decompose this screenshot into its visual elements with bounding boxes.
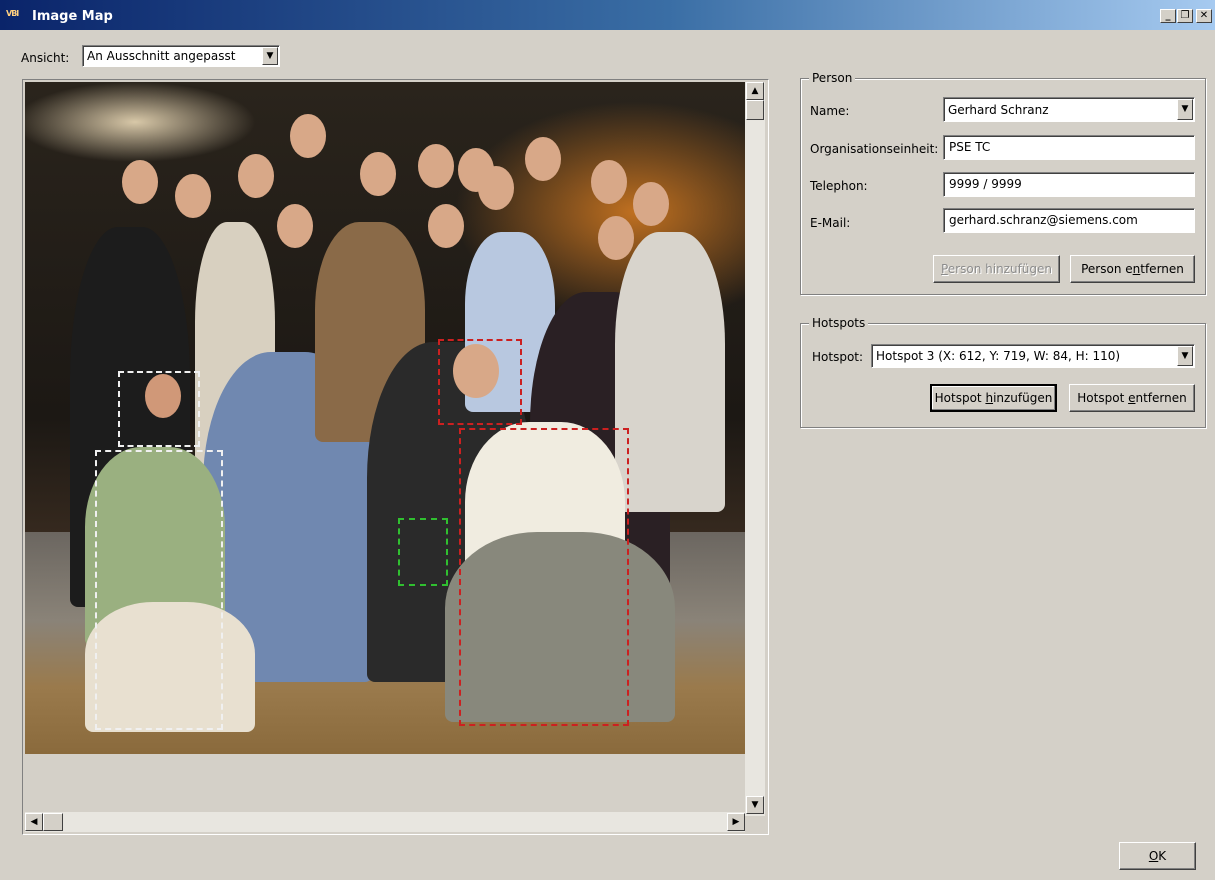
title-bar: VBI Image Map _ ❐ ✕ (0, 0, 1215, 30)
photo-head (478, 166, 514, 210)
photo-head (290, 114, 326, 158)
add-hotspot-mnemonic: h (985, 391, 994, 405)
email-field-value: gerhard.schranz@siemens.com (949, 213, 1138, 227)
photo-head (525, 137, 561, 181)
name-select[interactable]: Gerhard Schranz ▼ (943, 97, 1195, 122)
hotspot-label: Hotspot: (812, 350, 864, 364)
photo-head (428, 204, 464, 248)
window-title: Image Map (32, 9, 113, 24)
hotspot-select[interactable]: Hotspot 3 (X: 612, Y: 719, W: 84, H: 110… (871, 344, 1195, 368)
name-label: Name: (810, 104, 850, 118)
email-field[interactable]: gerhard.schranz@siemens.com (943, 208, 1195, 233)
phone-field-value: 9999 / 9999 (949, 177, 1022, 191)
view-label: Ansicht: (21, 51, 70, 65)
photo-head (418, 144, 454, 188)
org-label: Organisationseinheit: (810, 142, 939, 156)
hotspot-body-man[interactable] (459, 428, 629, 726)
add-hotspot-label-b: inzufügen (993, 391, 1053, 405)
hotspot-face-man[interactable] (438, 339, 522, 425)
horizontal-scroll-thumb[interactable] (43, 813, 63, 831)
photo-head (591, 160, 627, 204)
hotspot-select-value: Hotspot 3 (X: 612, Y: 719, W: 84, H: 110… (876, 349, 1121, 363)
view-select[interactable]: An Ausschnitt angepasst ▼ (82, 45, 280, 67)
remove-hotspot-label-b: ntfernen (1135, 391, 1187, 405)
dropdown-arrow-icon[interactable]: ▼ (1177, 346, 1193, 366)
add-person-label: erson hinzufügen (947, 262, 1053, 276)
photo-head (633, 182, 669, 226)
org-field[interactable]: PSE TC (943, 135, 1195, 160)
ok-button[interactable]: OK (1119, 842, 1196, 870)
email-label: E-Mail: (810, 216, 851, 230)
dropdown-arrow-icon[interactable]: ▼ (1177, 99, 1193, 120)
add-person-button[interactable]: Person hinzufügen (933, 255, 1060, 283)
minimize-button[interactable]: _ (1160, 9, 1176, 23)
scroll-right-icon[interactable]: ▶ (727, 813, 745, 831)
image-viewer: ▲ ▼ ◀ ▶ (22, 79, 769, 835)
scroll-left-icon[interactable]: ◀ (25, 813, 43, 831)
hotspot-body-woman[interactable] (95, 450, 223, 730)
photo-person (615, 232, 725, 512)
photo-head (122, 160, 158, 204)
app-icon: VBI (6, 9, 19, 18)
ok-mnemonic: O (1148, 849, 1159, 863)
person-group-title: Person (809, 71, 856, 85)
phone-field[interactable]: 9999 / 9999 (943, 172, 1195, 197)
horizontal-scrollbar[interactable]: ◀ ▶ (25, 812, 745, 832)
photo-head (238, 154, 274, 198)
hotspots-group: Hotspots (800, 316, 1206, 428)
org-field-value: PSE TC (949, 140, 991, 154)
add-hotspot-label-a: Hotspot (934, 391, 986, 405)
close-button[interactable]: ✕ (1196, 9, 1212, 23)
hotspot-face-woman[interactable] (118, 371, 200, 447)
hotspots-group-title: Hotspots (809, 316, 869, 330)
photo-head (598, 216, 634, 260)
remove-person-button[interactable]: Person entfernen (1070, 255, 1195, 283)
remove-hotspot-label-a: Hotspot (1077, 391, 1129, 405)
add-hotspot-button[interactable]: Hotspot hinzufügen (930, 384, 1057, 412)
vertical-scrollbar[interactable]: ▲ ▼ (745, 82, 765, 816)
scroll-down-icon[interactable]: ▼ (746, 796, 764, 814)
scroll-up-icon[interactable]: ▲ (746, 82, 764, 100)
dropdown-arrow-icon[interactable]: ▼ (262, 47, 278, 65)
remove-person-label-b: tfernen (1140, 262, 1184, 276)
photo-head (175, 174, 211, 218)
name-select-value: Gerhard Schranz (948, 103, 1049, 117)
group-photo[interactable] (25, 82, 745, 754)
remove-hotspot-button[interactable]: Hotspot entfernen (1069, 384, 1195, 412)
ok-label: K (1158, 849, 1167, 863)
photo-head (277, 204, 313, 248)
photo-head (360, 152, 396, 196)
add-person-mnemonic: P (940, 262, 948, 276)
view-select-value: An Ausschnitt angepasst (87, 49, 236, 63)
hotspot-selected[interactable] (398, 518, 448, 586)
remove-person-label-a: Person e (1081, 262, 1133, 276)
restore-button[interactable]: ❐ (1177, 9, 1193, 23)
phone-label: Telephon: (810, 179, 868, 193)
vertical-scroll-thumb[interactable] (746, 100, 764, 120)
